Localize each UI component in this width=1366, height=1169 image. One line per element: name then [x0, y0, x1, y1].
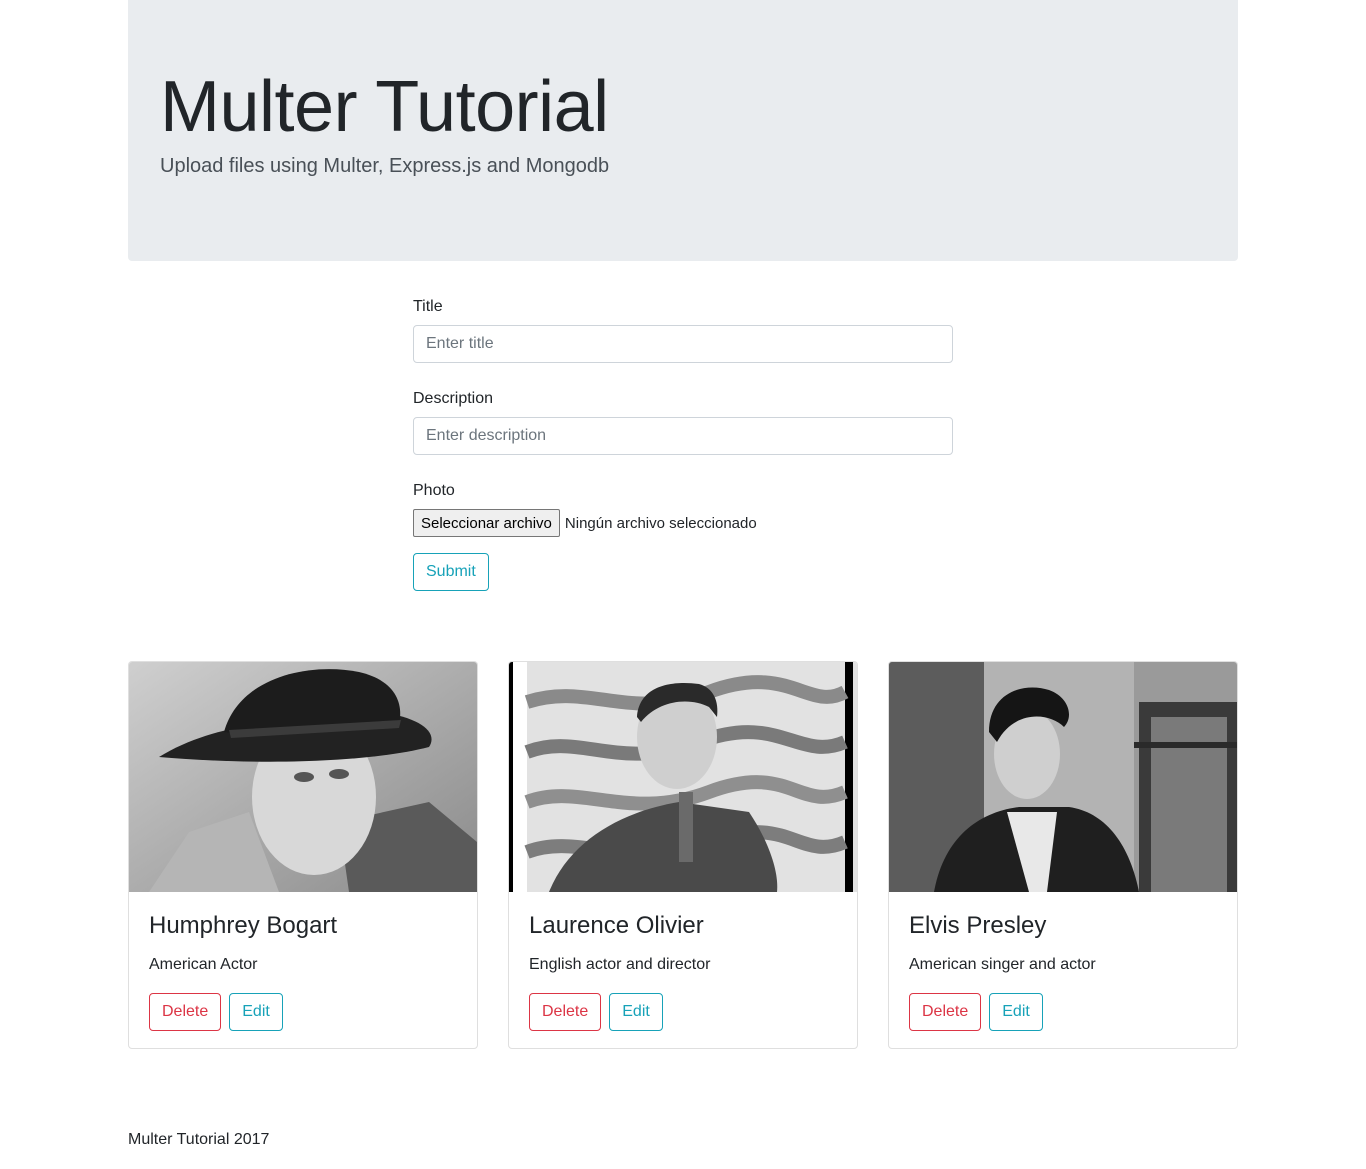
file-status: Ningún archivo seleccionado	[564, 514, 757, 532]
card-laurence-olivier: Laurence Olivier English actor and direc…	[508, 661, 858, 1049]
card-actions: Delete Edit	[909, 992, 1217, 1031]
description-group: Description	[413, 387, 953, 455]
card-description: English actor and director	[529, 955, 711, 973]
card-elvis-presley: Elvis Presley American singer and actor …	[888, 661, 1238, 1049]
delete-button[interactable]: Delete	[149, 992, 222, 1031]
choose-file-button[interactable]: Seleccionar archivo	[413, 509, 560, 537]
jumbotron: Multer Tutorial Upload files using Multe…	[128, 0, 1238, 261]
description-input[interactable]	[413, 417, 953, 455]
card-title: Humphrey Bogart	[149, 912, 338, 939]
card-description: American singer and actor	[909, 955, 1096, 973]
footer-text: Multer Tutorial 2017	[128, 1131, 270, 1148]
card-humphrey-bogart: Humphrey Bogart American Actor Delete Ed…	[128, 661, 478, 1049]
portrait-photo	[129, 662, 477, 892]
portrait-photo	[889, 662, 1237, 892]
page-title: Multer Tutorial	[160, 67, 609, 147]
card-title: Elvis Presley	[909, 912, 1047, 939]
edit-button[interactable]: Edit	[989, 992, 1043, 1031]
card-body: Laurence Olivier English actor and direc…	[509, 892, 857, 1048]
submit-button[interactable]: Submit	[413, 553, 489, 591]
card-list: Humphrey Bogart American Actor Delete Ed…	[128, 661, 1238, 1049]
upload-form: Title Description Photo Seleccionar arch…	[413, 295, 953, 591]
file-input[interactable]: Seleccionar archivo Ningún archivo selec…	[413, 509, 953, 537]
delete-button[interactable]: Delete	[529, 992, 602, 1031]
photo-label: Photo	[413, 482, 455, 499]
description-label: Description	[413, 390, 494, 407]
title-input[interactable]	[413, 325, 953, 363]
photo-group: Photo Seleccionar archivo Ningún archivo…	[413, 479, 953, 537]
title-group: Title	[413, 295, 953, 363]
card-actions: Delete Edit	[149, 992, 457, 1031]
delete-button[interactable]: Delete	[909, 992, 982, 1031]
edit-button[interactable]: Edit	[609, 992, 663, 1031]
card-description: American Actor	[149, 955, 258, 973]
page-subtitle: Upload files using Multer, Express.js an…	[160, 155, 610, 177]
card-body: Humphrey Bogart American Actor Delete Ed…	[129, 892, 477, 1048]
portrait-photo	[509, 662, 857, 892]
card-actions: Delete Edit	[529, 992, 837, 1031]
card-title: Laurence Olivier	[529, 912, 704, 939]
title-label: Title	[413, 298, 443, 315]
edit-button[interactable]: Edit	[229, 992, 283, 1031]
card-body: Elvis Presley American singer and actor …	[889, 892, 1237, 1048]
